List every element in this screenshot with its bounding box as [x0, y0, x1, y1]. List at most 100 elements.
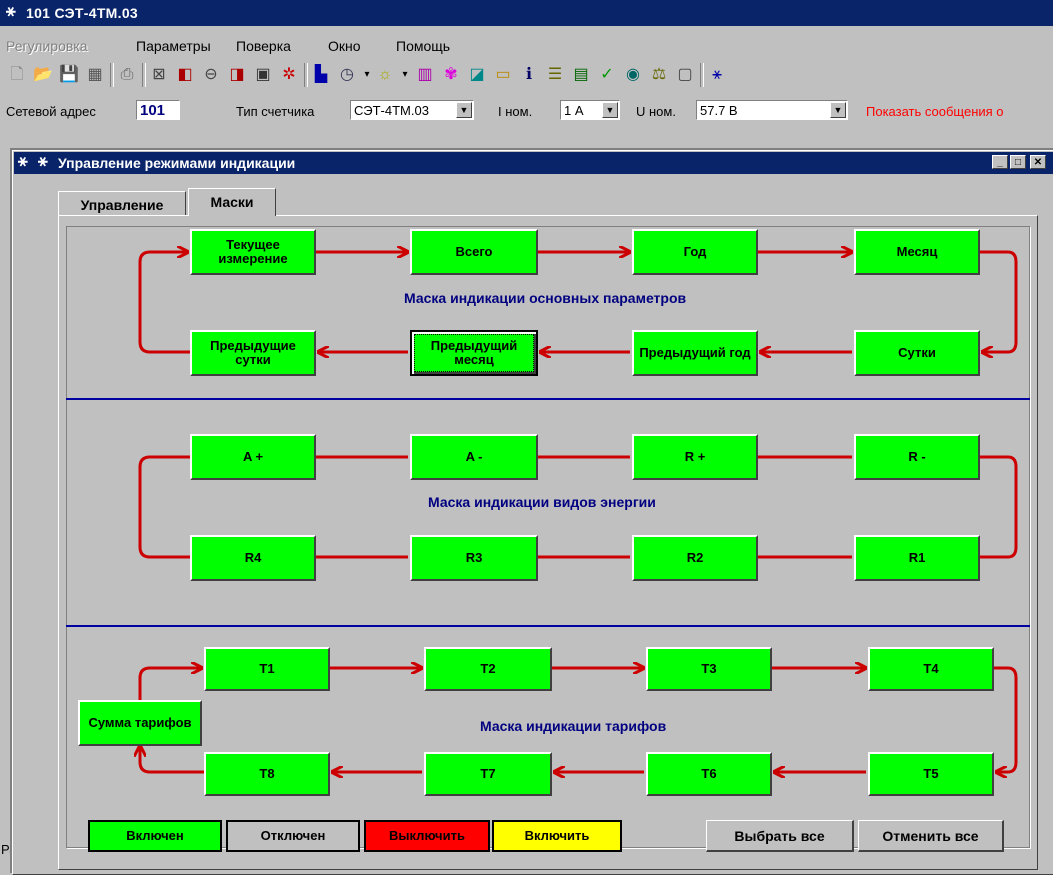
- menu-poverka[interactable]: Поверка: [236, 38, 291, 54]
- mask-year[interactable]: Год: [632, 229, 758, 275]
- scales-icon[interactable]: ⚖: [648, 64, 670, 86]
- child-titlebar: ⚹ ⚹ Управление режимами индикации _ □ ✕: [14, 152, 1053, 174]
- clock-icon[interactable]: ◷: [336, 64, 358, 86]
- child-title: Управление режимами индикации: [58, 155, 296, 171]
- report-icon[interactable]: ◪: [466, 64, 488, 86]
- legend-disabled: Отключен: [226, 820, 360, 852]
- section-title-tariffs: Маска индикации тарифов: [480, 718, 667, 734]
- chart-icon[interactable]: ▙: [310, 64, 332, 86]
- menu-help[interactable]: Помощь: [396, 38, 450, 54]
- mask-a-minus[interactable]: A -: [410, 434, 538, 480]
- u-nom-select[interactable]: 57.7 В ▼: [696, 100, 848, 120]
- divider: [66, 398, 1030, 400]
- mask-previous-year[interactable]: Предыдущий год: [632, 330, 758, 376]
- meter-type-select[interactable]: СЭТ-4ТМ.03 ▼: [350, 100, 474, 120]
- app-title: 101 СЭТ-4ТМ.03: [26, 5, 139, 21]
- mask-t5[interactable]: T5: [868, 752, 994, 796]
- mask-previous-month[interactable]: Предыдущий месяц: [410, 330, 538, 376]
- section-title-main-params: Маска индикации основных параметров: [404, 290, 687, 306]
- mask-previous-day[interactable]: Предыдущие сутки: [190, 330, 316, 376]
- close-button[interactable]: ✕: [1030, 155, 1046, 169]
- menu-parameters[interactable]: Параметры: [136, 38, 211, 54]
- mask-day[interactable]: Сутки: [854, 330, 980, 376]
- u-nom-label: U ном.: [636, 104, 676, 119]
- tab-control[interactable]: Управление: [58, 191, 186, 216]
- mask-t4[interactable]: T4: [868, 647, 994, 691]
- lamp-icon[interactable]: ✲: [278, 64, 300, 86]
- legend-enabled: Включен: [88, 820, 222, 852]
- mask-r3[interactable]: R3: [410, 535, 538, 581]
- mask-r1[interactable]: R1: [854, 535, 980, 581]
- open-icon[interactable]: 📂: [32, 64, 54, 86]
- mask-tariff-sum[interactable]: Сумма тарифов: [78, 700, 202, 746]
- network-address-label: Сетевой адрес: [6, 104, 96, 119]
- toolbar-separator: [110, 63, 114, 87]
- menu-window[interactable]: Окно: [328, 38, 361, 54]
- list-icon[interactable]: ☰: [544, 64, 566, 86]
- stop-icon[interactable]: ⊖: [200, 64, 222, 86]
- light-icon[interactable]: ☼: [374, 64, 396, 86]
- mask-r-plus[interactable]: R +: [632, 434, 758, 480]
- read-icon[interactable]: ◧: [174, 64, 196, 86]
- menu-regulirovka[interactable]: Регулировка: [6, 38, 88, 54]
- left-panel: [0, 126, 10, 873]
- mask-month[interactable]: Месяц: [854, 229, 980, 275]
- toolbar: 🗋 📂 💾 ▦ ⎙ ⊠ ◧ ⊖ ◨ ▣ ✲ ▙ ◷ ▾ ☼ ▾ ▥ ✾ ◪ ▭ …: [0, 60, 1053, 90]
- mask-t3[interactable]: T3: [646, 647, 772, 691]
- mask-t6[interactable]: T6: [646, 752, 772, 796]
- maximize-button[interactable]: □: [1010, 155, 1026, 169]
- legend-turn-off: Выключить: [364, 820, 490, 852]
- chevron-down-icon[interactable]: ▼: [456, 102, 472, 118]
- mask-t7[interactable]: T7: [424, 752, 552, 796]
- minimize-button[interactable]: _: [992, 155, 1008, 169]
- app-titlebar: ⚹ 101 СЭТ-4ТМ.03: [0, 0, 1053, 26]
- divider: [66, 625, 1030, 627]
- u-nom-value: 57.7 В: [700, 103, 738, 118]
- color-icon[interactable]: ✾: [440, 64, 462, 86]
- mask-total[interactable]: Всего: [410, 229, 538, 275]
- select-all-button[interactable]: Выбрать все: [706, 820, 854, 852]
- mask-r-minus[interactable]: R -: [854, 434, 980, 480]
- settings-icon[interactable]: ⊠: [148, 64, 170, 86]
- i-nom-label: I ном.: [498, 104, 533, 119]
- toolbar-separator: [142, 63, 146, 87]
- mask-current-measurement[interactable]: Текущее измерение: [190, 229, 316, 275]
- app-logo-icon: ⚹: [6, 3, 16, 20]
- mask-t8[interactable]: T8: [204, 752, 330, 796]
- toolbar-separator: [700, 63, 704, 87]
- mask-r4[interactable]: R4: [190, 535, 316, 581]
- screen-icon[interactable]: ▢: [674, 64, 696, 86]
- save-icon[interactable]: 💾: [58, 64, 80, 86]
- meter-type-label: Тип счетчика: [236, 104, 315, 119]
- toolbar-separator: [304, 63, 308, 87]
- info-icon[interactable]: ℹ: [518, 64, 540, 86]
- mask-a-plus[interactable]: A +: [190, 434, 316, 480]
- menubar: Регулировка Параметры Поверка Окно Помощ…: [0, 36, 1053, 58]
- section-title-energy: Маска индикации видов энергии: [428, 494, 656, 510]
- eye-icon[interactable]: ◉: [622, 64, 644, 86]
- meter-icon[interactable]: ▣: [252, 64, 274, 86]
- new-icon[interactable]: 🗋: [6, 64, 28, 86]
- window-icon[interactable]: ▭: [492, 64, 514, 86]
- mask-t1[interactable]: T1: [204, 647, 330, 691]
- params-bar: Сетевой адрес 101 Тип счетчика СЭТ-4ТМ.0…: [0, 96, 1053, 126]
- i-nom-select[interactable]: 1 А ▼: [560, 100, 620, 120]
- write-icon[interactable]: ◨: [226, 64, 248, 86]
- show-messages-link[interactable]: Показать сообщения о: [866, 104, 1004, 119]
- chevron-down-icon[interactable]: ▼: [830, 102, 846, 118]
- dropdown-arrow-icon[interactable]: ▾: [394, 64, 416, 86]
- print-icon[interactable]: ⎙: [116, 64, 138, 86]
- tab-masks[interactable]: Маски: [188, 188, 276, 216]
- mask-t2[interactable]: T2: [424, 647, 552, 691]
- mask-r2[interactable]: R2: [632, 535, 758, 581]
- i-nom-value: 1 А: [564, 103, 584, 118]
- legend-turn-on: Включить: [492, 820, 622, 852]
- check-icon[interactable]: ✓: [596, 64, 618, 86]
- bar-chart-icon[interactable]: ▥: [414, 64, 436, 86]
- save-as-icon[interactable]: ▦: [84, 64, 106, 86]
- monitor-icon[interactable]: ▤: [570, 64, 592, 86]
- cancel-all-button[interactable]: Отменить все: [858, 820, 1004, 852]
- network-address-input[interactable]: 101: [136, 100, 180, 120]
- chevron-down-icon[interactable]: ▼: [602, 102, 618, 118]
- logo-icon[interactable]: ⚹: [706, 64, 728, 86]
